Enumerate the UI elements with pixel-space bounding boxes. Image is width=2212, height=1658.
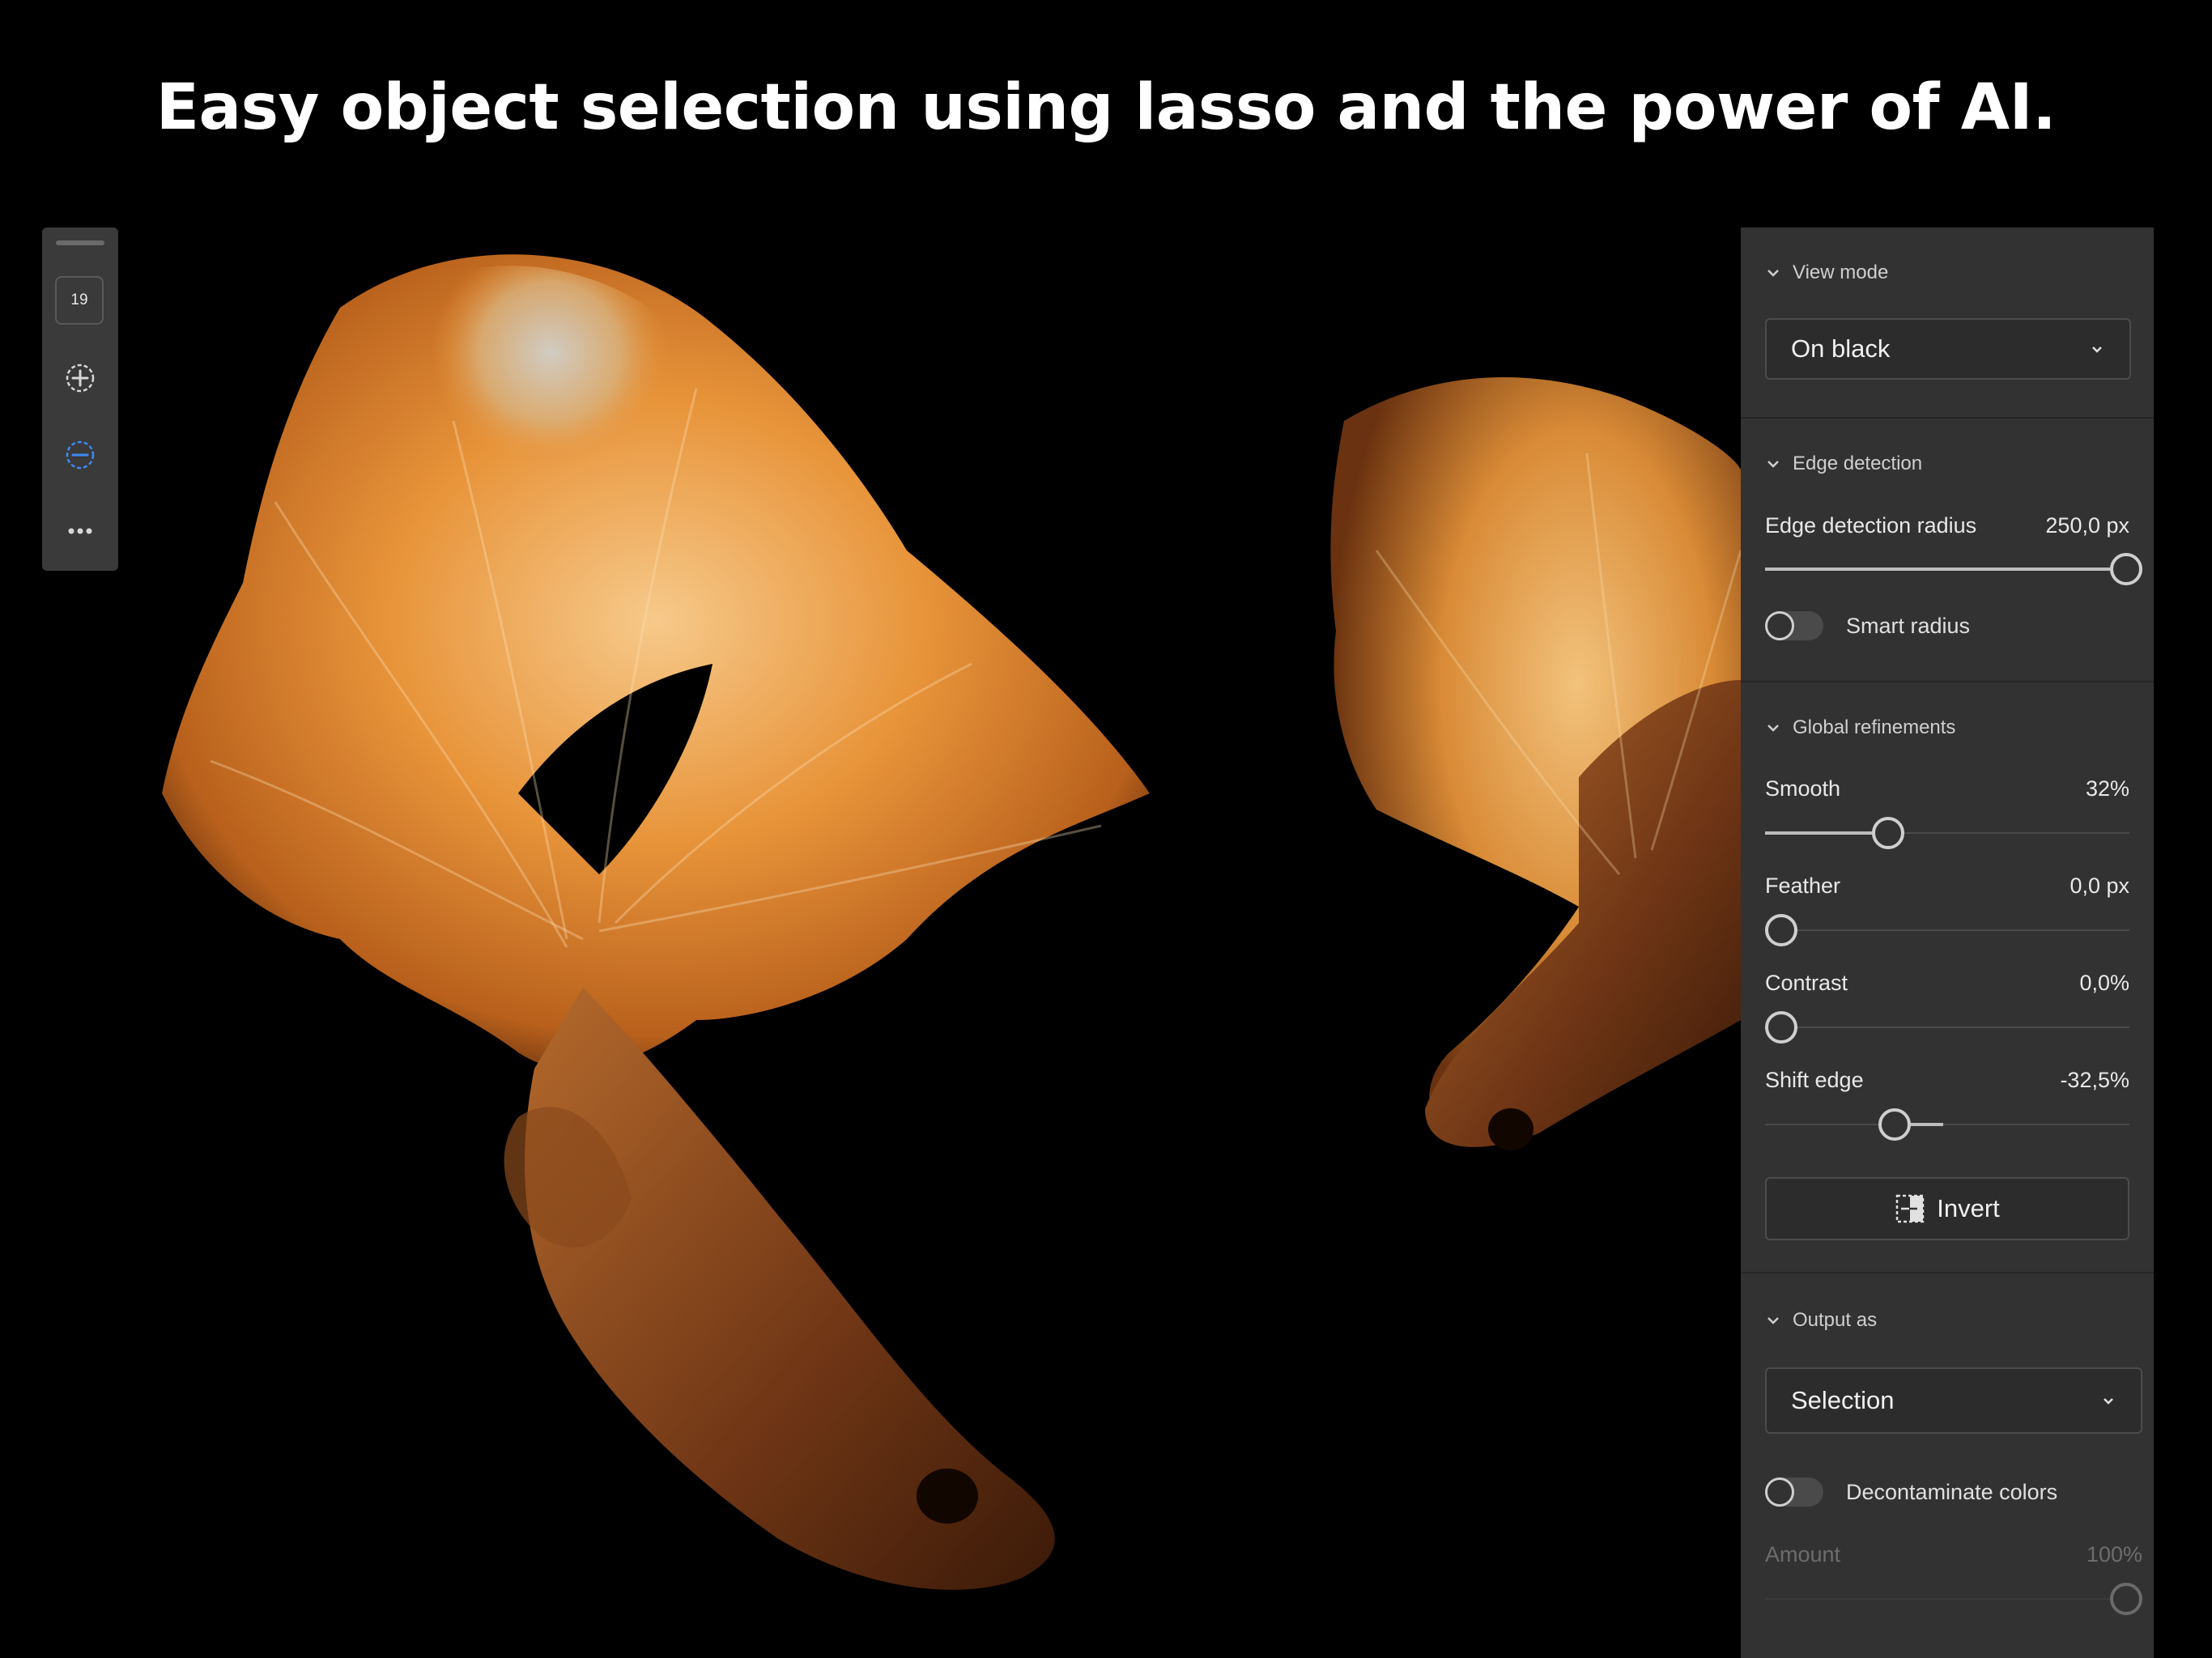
contrast-slider[interactable] — [1765, 1010, 2129, 1045]
edge-radius-value[interactable]: 250,0 px — [2045, 513, 2129, 538]
section-title: View mode — [1793, 261, 1889, 283]
toggle-knob — [1765, 611, 1794, 640]
slider-thumb[interactable] — [1872, 817, 1904, 849]
divider — [1741, 1272, 2154, 1273]
section-output-as-header[interactable]: Output as — [1765, 1304, 1877, 1337]
feather-label: Feather — [1765, 874, 1841, 898]
decontaminate-label: Decontaminate colors — [1846, 1479, 2058, 1504]
divider — [1741, 681, 2154, 682]
amount-label: Amount — [1765, 1542, 1841, 1567]
slider-track — [1765, 1598, 2142, 1600]
section-view-mode-header[interactable]: View mode — [1765, 257, 1888, 289]
feather-value[interactable]: 0,0 px — [2069, 874, 2129, 899]
smooth-row: Smooth 32% — [1765, 776, 2129, 801]
slider-track — [1765, 1027, 2129, 1028]
dropdown-value: Selection — [1791, 1386, 1895, 1414]
toggle-knob — [1765, 1477, 1794, 1507]
smart-radius-label: Smart radius — [1846, 613, 1971, 638]
decontaminate-toggle[interactable] — [1765, 1477, 1823, 1507]
chevron-down-icon — [1767, 270, 1779, 277]
smart-radius-row: Smart radius — [1765, 611, 1970, 640]
shift-edge-label: Shift edge — [1765, 1068, 1864, 1092]
invert-label: Invert — [1937, 1194, 2000, 1222]
slider-thumb[interactable] — [1878, 1108, 1911, 1141]
smart-radius-toggle[interactable] — [1765, 611, 1823, 640]
smooth-value[interactable]: 32% — [2086, 776, 2129, 801]
shift-edge-value[interactable]: -32,5% — [2060, 1068, 2129, 1093]
slider-thumb[interactable] — [2110, 553, 2142, 585]
subtract-selection-icon — [66, 440, 95, 470]
edge-radius-slider[interactable] — [1765, 551, 2142, 587]
toolbar-grabber[interactable] — [56, 240, 104, 245]
section-title: Output as — [1793, 1309, 1878, 1331]
section-global-refinements-header[interactable]: Global refinements — [1765, 712, 1955, 744]
slider-fill — [1765, 831, 1878, 835]
section-title: Edge detection — [1793, 453, 1923, 474]
output-as-dropdown[interactable]: Selection — [1765, 1367, 2142, 1434]
subtract-selection-button[interactable] — [60, 435, 100, 475]
feather-row: Feather 0,0 px — [1765, 874, 2129, 899]
amount-row: Amount 100% — [1765, 1542, 2142, 1567]
amount-value: 100% — [2086, 1542, 2142, 1567]
decontaminate-row: Decontaminate colors — [1765, 1477, 2057, 1507]
brush-size-field[interactable]: 19 — [55, 276, 104, 325]
divider — [1741, 417, 2154, 419]
refine-edge-panel: View mode On black Edge detection Edge d… — [1741, 227, 2154, 1658]
headline: Easy object selection using lasso and th… — [155, 71, 2057, 144]
edge-radius-label: Edge detection radius — [1765, 513, 1977, 538]
slider-thumb[interactable] — [1765, 914, 1797, 946]
chevron-down-icon — [2092, 346, 2102, 353]
contrast-row: Contrast 0,0% — [1765, 971, 2129, 996]
amount-slider — [1765, 1581, 2142, 1617]
section-edge-detection-header[interactable]: Edge detection — [1765, 448, 1922, 480]
chevron-down-icon — [1767, 461, 1779, 468]
invert-selection-icon — [1895, 1194, 1925, 1223]
chevron-down-icon — [1767, 1317, 1779, 1324]
smooth-slider[interactable] — [1765, 815, 2129, 851]
fish-image — [162, 254, 1741, 1590]
chevron-down-icon — [2104, 1398, 2113, 1405]
edge-radius-row: Edge detection radius 250,0 px — [1765, 513, 2129, 538]
slider-track — [1765, 929, 2129, 931]
slider-thumb[interactable] — [1765, 1011, 1797, 1044]
slider-fill — [1765, 568, 2110, 571]
shift-edge-row: Shift edge -32,5% — [1765, 1068, 2129, 1093]
add-selection-button[interactable] — [60, 358, 100, 398]
section-title: Global refinements — [1793, 716, 1956, 738]
image-canvas[interactable] — [0, 210, 1741, 1658]
shift-edge-slider[interactable] — [1765, 1107, 2129, 1142]
more-icon — [68, 528, 92, 534]
chevron-down-icon — [1767, 725, 1779, 732]
slider-fill — [1911, 1123, 1943, 1126]
more-options-button[interactable] — [60, 511, 100, 551]
feather-slider[interactable] — [1765, 912, 2129, 948]
contrast-value[interactable]: 0,0% — [2079, 971, 2129, 996]
selection-toolbar: 19 — [42, 227, 118, 571]
slider-thumb — [2110, 1583, 2142, 1615]
add-selection-icon — [66, 363, 95, 393]
slider-track — [1765, 1124, 2129, 1125]
dropdown-value: On black — [1791, 334, 1891, 363]
invert-button[interactable]: Invert — [1765, 1177, 2129, 1240]
app-screen: Easy object selection using lasso and th… — [0, 0, 2212, 1658]
view-mode-dropdown[interactable]: On black — [1765, 318, 2131, 380]
smooth-label: Smooth — [1765, 776, 1841, 801]
contrast-label: Contrast — [1765, 971, 1848, 995]
